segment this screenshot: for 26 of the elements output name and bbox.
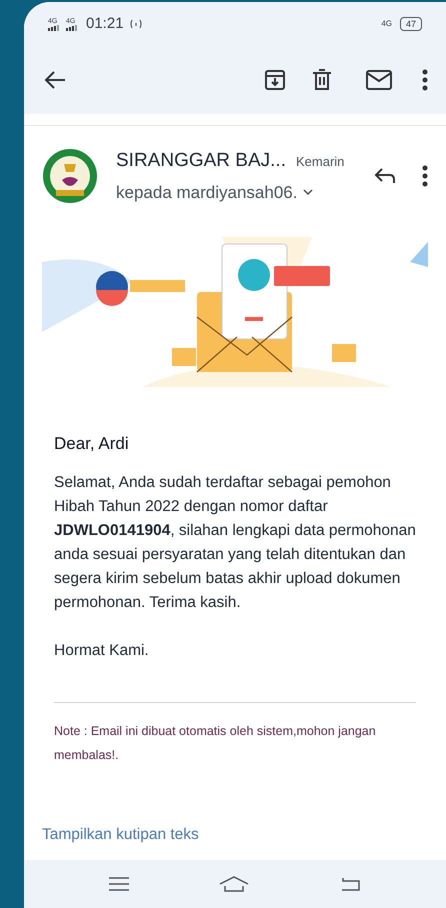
trash-icon[interactable]: [312, 69, 332, 91]
menu-icon[interactable]: [109, 877, 129, 891]
auto-email-note: Note : Email ini dibuat otomatis oleh sistem,mohon jangan membalas!.: [54, 722, 377, 764]
closing-text: Hormat Kami.: [54, 640, 150, 660]
network-label: 4G: [381, 18, 392, 30]
back-arrow-icon[interactable]: [44, 70, 66, 90]
sender-name: SIRANGGAR BAJ...: [116, 149, 286, 173]
email-body-text: Selamat, Anda sudah terdaftar sebagai pemohon Hibah Tahun 2022 dengan nomor daftar JDWLO0141904, silahan lengkapi data permohonan anda sesuai persyaratan yang telah ditentukan dan segera kirim sebelum batas akhir upload dokumen permohonan. Terima kasih.: [54, 472, 416, 612]
battery-indicator: 47: [400, 17, 422, 31]
more-icon[interactable]: [422, 165, 428, 187]
recipient-dropdown[interactable]: kepada mardiyansah06.: [116, 180, 344, 205]
reply-icon[interactable]: [374, 168, 396, 184]
mail-icon[interactable]: [366, 70, 392, 90]
signal-icon: [66, 24, 80, 30]
email-date: Kemarin: [296, 153, 344, 171]
chevron-down-icon: [303, 189, 314, 196]
more-icon[interactable]: [422, 69, 428, 91]
hotspot-icon: [130, 19, 142, 29]
show-quoted-text-link[interactable]: Tampilkan kutipan teks: [42, 822, 199, 846]
home-icon[interactable]: [219, 876, 249, 892]
archive-icon[interactable]: [264, 69, 286, 91]
emblem-avatar-icon: [42, 146, 98, 206]
greeting-text: Dear, Ardi: [54, 433, 130, 455]
clock-time: 01:21: [86, 14, 124, 34]
signal-icon: [48, 24, 62, 30]
back-icon[interactable]: [339, 877, 361, 891]
